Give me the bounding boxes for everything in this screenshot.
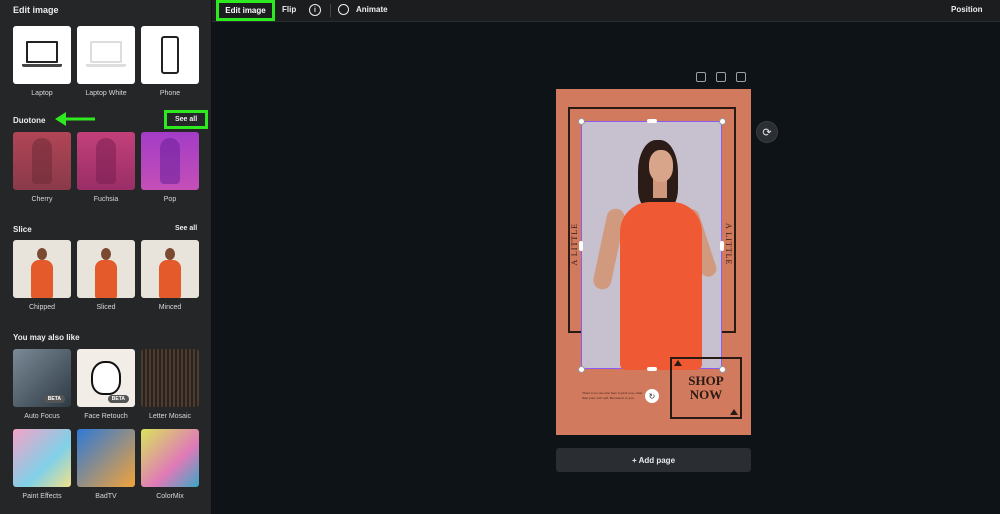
effect-tile-letter-mosaic[interactable]: Letter Mosaic — [141, 349, 199, 420]
tile-label: BadTV — [95, 493, 117, 500]
annotation-arrow-icon — [55, 112, 95, 126]
chipped-thumbnail — [13, 240, 71, 298]
sliced-thumbnail — [77, 240, 135, 298]
resize-handle-top-right[interactable] — [719, 118, 726, 125]
effect-tile-fuchsia[interactable]: Fuchsia — [77, 132, 135, 203]
resize-handle-top-left[interactable] — [578, 118, 585, 125]
effect-tile-sliced[interactable]: Sliced — [77, 240, 135, 311]
letter-mosaic-thumbnail — [141, 349, 199, 407]
page-tools — [696, 72, 746, 82]
shop-line-1: SHOP — [688, 373, 724, 388]
tile-label: Laptop — [31, 90, 53, 97]
resize-handle-left[interactable] — [579, 241, 583, 251]
effect-tile-auto-focus[interactable]: BETA Auto Focus — [13, 349, 71, 420]
add-page-button[interactable]: + Add page — [556, 448, 751, 472]
section-title-duotone: Duotone — [13, 116, 46, 125]
section-title-slice: Slice — [13, 225, 32, 234]
effect-tile-minced[interactable]: Minced — [141, 240, 199, 311]
tile-label: Chipped — [28, 304, 56, 311]
colormix-thumbnail — [141, 429, 199, 487]
info-icon[interactable]: i — [309, 4, 321, 16]
tile-label: Phone — [159, 90, 181, 97]
tile-label: Paint Effects — [22, 493, 62, 500]
effect-tile-chipped[interactable]: Chipped — [13, 240, 71, 311]
edit-image-panel: Edit image Laptop Laptop White Phone Duo… — [0, 0, 212, 514]
flip-button[interactable]: Flip — [282, 5, 296, 14]
effect-tile-laptop-white[interactable]: Laptop White — [77, 26, 135, 97]
section-title-you-may-also-like: You may also like — [13, 333, 80, 342]
slice-row: Chipped Sliced Minced — [13, 240, 199, 311]
duplicate-icon[interactable] — [716, 72, 726, 82]
triangle-icon — [730, 409, 738, 415]
tile-label: ColorMix — [156, 493, 184, 500]
effect-tile-face-retouch[interactable]: BETA Face Retouch — [77, 349, 135, 420]
panel-title: Edit image — [13, 5, 59, 15]
tile-label: Auto Focus — [24, 413, 60, 420]
shop-line-2: NOW — [689, 387, 723, 402]
slice-see-all-link[interactable]: See all — [175, 225, 197, 232]
resize-handle-right[interactable] — [720, 241, 724, 251]
rotate-icon[interactable]: ↻ — [645, 389, 659, 403]
device-mockups-row: Laptop Laptop White Phone — [13, 26, 199, 97]
animate-button[interactable]: Animate — [356, 5, 388, 14]
effect-tile-cherry[interactable]: Cherry — [13, 132, 71, 203]
beta-badge: BETA — [43, 395, 65, 403]
resize-handle-bottom[interactable] — [647, 367, 657, 371]
tile-label: Fuchsia — [93, 196, 119, 203]
side-text-left: A LITTLE — [570, 223, 579, 266]
duotone-row: Cherry Fuchsia Pop — [13, 132, 199, 203]
side-text-right: A LITTLE — [724, 223, 733, 266]
triangle-icon — [674, 360, 682, 366]
editor-toolbar: Edit image Flip i Animate Position — [212, 0, 1000, 22]
lock-icon[interactable] — [696, 72, 706, 82]
design-page[interactable]: A LITTLE A LITTLE There is no one else h… — [556, 89, 751, 435]
also-like-row-1: BETA Auto Focus BETA Face Retouch Letter… — [13, 349, 199, 420]
tile-label: Minced — [158, 304, 182, 311]
toolbar-divider — [330, 4, 331, 17]
laptop-icon — [13, 26, 71, 84]
effect-tile-laptop[interactable]: Laptop — [13, 26, 71, 97]
face-icon — [91, 361, 121, 395]
laptop-white-icon — [77, 26, 135, 84]
tile-label: Laptop White — [85, 90, 127, 97]
tile-label: Sliced — [96, 304, 116, 311]
animate-icon — [338, 4, 349, 15]
selected-photo[interactable] — [581, 121, 722, 370]
tile-label: Cherry — [31, 196, 53, 203]
minced-thumbnail — [141, 240, 199, 298]
tile-label: Pop — [163, 196, 177, 203]
duotone-see-all-link[interactable]: See all — [175, 116, 197, 123]
beta-badge: BETA — [107, 395, 129, 403]
also-like-row-2: Paint Effects BadTV ColorMix — [13, 429, 199, 500]
effect-tile-badtv[interactable]: BadTV — [77, 429, 135, 500]
paint-effects-thumbnail — [13, 429, 71, 487]
fuchsia-thumbnail — [77, 132, 135, 190]
badtv-thumbnail — [77, 429, 135, 487]
phone-icon — [141, 26, 199, 84]
effect-tile-pop[interactable]: Pop — [141, 132, 199, 203]
position-button[interactable]: Position — [951, 5, 983, 14]
face-retouch-thumbnail: BETA — [77, 349, 135, 407]
cherry-thumbnail — [13, 132, 71, 190]
body-copy-text: There is no one else here to pick you, o… — [582, 391, 643, 400]
pop-thumbnail — [141, 132, 199, 190]
effect-tile-paint-effects[interactable]: Paint Effects — [13, 429, 71, 500]
effect-tile-phone[interactable]: Phone — [141, 26, 199, 97]
refresh-icon[interactable]: ⟳ — [756, 121, 778, 143]
add-page-icon[interactable] — [736, 72, 746, 82]
auto-focus-thumbnail: BETA — [13, 349, 71, 407]
resize-handle-top[interactable] — [647, 119, 657, 123]
edit-image-button[interactable]: Edit image — [216, 0, 275, 21]
tile-label: Letter Mosaic — [148, 413, 192, 420]
resize-handle-bottom-left[interactable] — [578, 366, 585, 373]
effect-tile-colormix[interactable]: ColorMix — [141, 429, 199, 500]
tile-label: Face Retouch — [84, 413, 128, 420]
